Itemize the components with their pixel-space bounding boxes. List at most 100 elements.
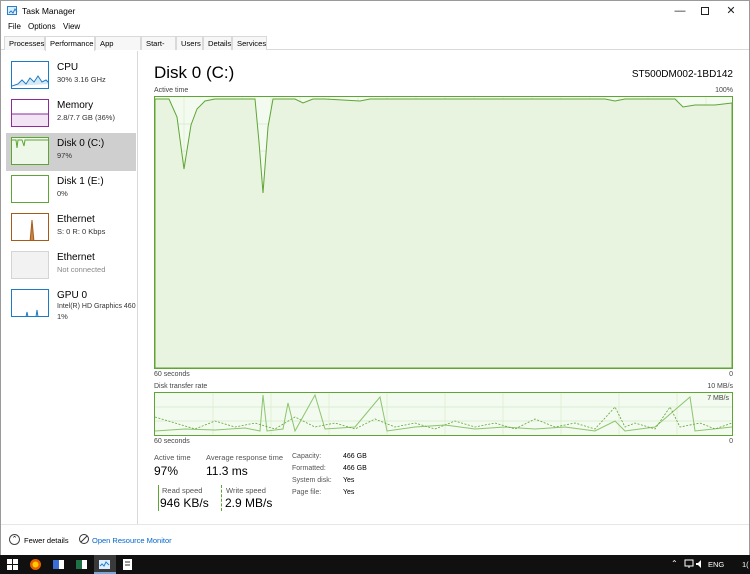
sidebar-item-label: Memory: [57, 100, 94, 111]
tab-start-up[interactable]: Start-up: [141, 36, 176, 61]
sidebar-item-gpu[interactable]: GPU 0 Intel(R) HD Graphics 460 1%: [6, 285, 136, 323]
sidebar-item-value: Not connected: [57, 265, 106, 274]
active-time-area: [155, 98, 732, 368]
read-speed-value: 946 KB/s: [160, 496, 209, 510]
write-speed-legend-bar: [221, 485, 222, 511]
windows-taskbar: ⌃ ENG 1(: [0, 555, 750, 574]
tab-services[interactable]: Services: [232, 36, 267, 50]
menu-file[interactable]: File: [8, 22, 21, 31]
capacity-value: 466 GB: [343, 453, 367, 460]
page-file-value: Yes: [343, 489, 355, 496]
volume-icon[interactable]: [695, 559, 705, 569]
menu-view[interactable]: View: [63, 22, 80, 31]
tab-performance[interactable]: Performance: [45, 36, 95, 51]
system-disk-label: System disk:: [292, 477, 332, 484]
avg-response-value: 11.3 ms: [206, 464, 248, 478]
sidebar-item-value: 30% 3.16 GHz: [57, 75, 106, 84]
windows-start-icon[interactable]: [6, 558, 19, 571]
formatted-label: Formatted:: [292, 465, 326, 472]
clock-partial[interactable]: 1(: [742, 560, 749, 569]
close-button[interactable]: ✕: [713, 1, 749, 20]
sidebar-item-value: 97%: [57, 151, 73, 160]
language-indicator[interactable]: ENG: [708, 560, 724, 569]
ethernet-thumbnail-graph: [11, 213, 49, 241]
sidebar-item-label: Ethernet: [57, 252, 95, 263]
formatted-value: 466 GB: [343, 465, 367, 472]
disk1-thumbnail-graph: [11, 175, 49, 203]
open-resource-monitor-link[interactable]: Open Resource Monitor: [92, 536, 172, 545]
active-time-graph: [154, 96, 733, 369]
active-time-graph-label: Active time: [154, 87, 189, 94]
tab-strip: Processes Performance App history Start-…: [1, 35, 749, 61]
read-rate-line: [155, 393, 732, 433]
outlook-icon[interactable]: [52, 558, 65, 571]
transfer-zero-label: 0: [729, 438, 733, 445]
disk-title: Disk 0 (C:): [154, 63, 235, 82]
sidebar-item-disk-0[interactable]: Disk 0 (C:) 97%: [6, 133, 136, 171]
capacity-label: Capacity:: [292, 453, 322, 460]
disk-model: ST500DM002-1BD142: [631, 69, 733, 80]
avg-response-label: Average response time: [206, 453, 283, 462]
title-bar[interactable]: Task Manager — ✕: [1, 1, 749, 20]
transfer-rate-graph-label: Disk transfer rate: [154, 383, 208, 390]
sidebar-item-label: CPU: [57, 62, 79, 73]
disk0-thumbnail-graph: [11, 137, 49, 165]
chevron-up-icon: ⌃: [11, 536, 18, 543]
sidebar-item-memory[interactable]: Memory 2.8/7.7 GB (36%): [6, 95, 136, 133]
sidebar-item-value: S: 0 R: 0 Kbps: [57, 227, 106, 236]
resource-monitor-icon: [79, 534, 89, 544]
tab-processes[interactable]: Processes: [4, 36, 45, 50]
sidebar-item-cpu[interactable]: CPU 30% 3.16 GHz: [6, 57, 136, 95]
active-time-zero-label: 0: [729, 371, 733, 378]
fewer-details-link[interactable]: Fewer details: [24, 536, 69, 545]
task-manager-taskbar-button[interactable]: [94, 555, 116, 574]
window-title: Task Manager: [22, 6, 76, 16]
sidebar-item-disk-1[interactable]: Disk 1 (E:) 0%: [6, 171, 136, 209]
active-time-stat-label: Active time: [154, 453, 191, 462]
menu-options[interactable]: Options: [28, 22, 56, 31]
task-manager-icon: [7, 6, 18, 15]
transfer-seconds-label: 60 seconds: [154, 438, 190, 445]
sidebar-item-value: Intel(R) HD Graphics 460: [57, 303, 136, 310]
close-icon: ✕: [726, 5, 736, 17]
tab-app-history[interactable]: App history: [95, 36, 141, 61]
sidebar-item-ethernet-2[interactable]: Ethernet Not connected: [6, 247, 136, 285]
transfer-rate-max-label: 10 MB/s: [707, 383, 733, 390]
sidebar-item-label: Disk 0 (C:): [57, 138, 105, 149]
write-speed-value: 2.9 MB/s: [225, 496, 273, 510]
active-time-max-label: 100%: [715, 87, 733, 94]
sidebar-item-ethernet[interactable]: Ethernet S: 0 R: 0 Kbps: [6, 209, 136, 247]
minimize-icon: —: [674, 4, 686, 17]
ethernet2-thumbnail-graph: [11, 251, 49, 279]
transfer-rate-graph: 7 MB/s: [154, 392, 733, 436]
sidebar-item-label: Disk 1 (E:): [57, 176, 104, 187]
active-time-stat-value: 97%: [154, 464, 179, 478]
sidebar-item-value-2: 1%: [57, 312, 68, 321]
task-manager-taskbar-icon: [98, 558, 111, 571]
system-disk-value: Yes: [343, 477, 355, 484]
notepad-icon[interactable]: [121, 558, 134, 571]
menu-bar: File Options View: [1, 20, 749, 34]
firefox-icon[interactable]: [29, 558, 42, 571]
fewer-details-button[interactable]: ⌃: [9, 534, 20, 545]
gpu-thumbnail-graph: [11, 289, 49, 317]
performance-sidebar: CPU 30% 3.16 GHz Memory 2.8/7.7 GB (36%)…: [1, 51, 138, 524]
page-file-label: Page file:: [292, 489, 322, 496]
cpu-thumbnail-graph: [11, 61, 49, 89]
tray-chevron-icon[interactable]: ⌃: [671, 559, 678, 568]
tab-users[interactable]: Users: [176, 36, 203, 50]
network-icon[interactable]: [684, 559, 694, 569]
read-speed-label: Read speed: [162, 486, 203, 495]
sidebar-item-value: 2.8/7.7 GB (36%): [57, 113, 115, 122]
sidebar-item-value: 0%: [57, 189, 68, 198]
sidebar-item-label: Ethernet: [57, 214, 95, 225]
disk-performance-panel: Disk 0 (C:) ST500DM002-1BD142 Active tim…: [139, 51, 749, 524]
footer-bar: ⌃ Fewer details Open Resource Monitor: [1, 524, 749, 555]
write-speed-label: Write speed: [226, 486, 266, 495]
read-speed-legend-bar: [158, 485, 159, 511]
task-manager-window: Task Manager — ✕ File Options View Proce…: [0, 0, 750, 555]
memory-thumbnail-graph: [11, 99, 49, 127]
sidebar-item-label: GPU 0: [57, 290, 88, 301]
tab-details[interactable]: Details: [203, 36, 232, 50]
excel-icon[interactable]: [75, 558, 88, 571]
